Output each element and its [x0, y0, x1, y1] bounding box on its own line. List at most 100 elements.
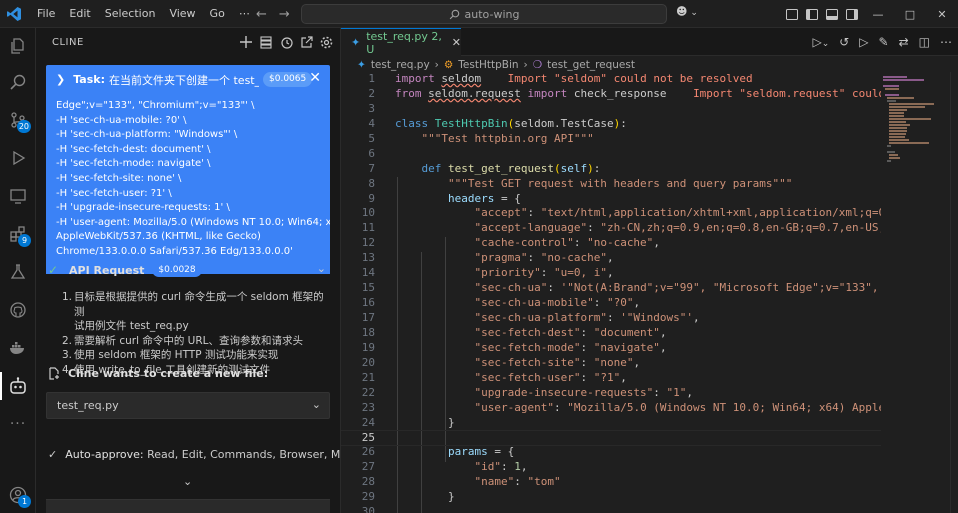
open-preview-icon[interactable]: ▷: [859, 35, 868, 49]
task-detail-line: Edge";v="133", "Chromium";v="133"' \: [56, 100, 255, 111]
create-file-label: Cline wants to create a new file:: [68, 367, 269, 380]
minimap-line: [887, 160, 892, 162]
breadcrumb-class[interactable]: TestHttpBin: [458, 59, 518, 71]
code-token: def: [421, 161, 442, 175]
history-icon[interactable]: [279, 35, 293, 49]
menu-view[interactable]: View: [162, 0, 202, 28]
maximize-icon[interactable]: □: [894, 0, 926, 28]
mcp-servers-icon[interactable]: [259, 35, 273, 49]
code-token: ,: [633, 355, 641, 369]
toggle-primary-sidebar-icon[interactable]: [806, 8, 818, 20]
menu-file[interactable]: File: [30, 0, 62, 28]
more-actions-icon[interactable]: ⋯: [940, 35, 952, 49]
auto-approve-row[interactable]: ✓ Auto-approve: Read, Edit, Commands, Br…: [48, 448, 340, 461]
chevron-down-icon[interactable]: ⌄: [183, 475, 192, 488]
code-editor[interactable]: 1 import seldom Import "seldom" could not…: [341, 72, 881, 513]
auto-approve-checkbox[interactable]: ✓: [48, 448, 57, 461]
editor-scrollbar[interactable]: [950, 72, 958, 513]
minimap[interactable]: [881, 72, 949, 182]
minimap-line: [887, 151, 896, 153]
new-task-plus-icon[interactable]: [239, 35, 253, 49]
explorer-icon[interactable]: [0, 28, 36, 64]
close-tab-icon[interactable]: ✕: [452, 36, 461, 49]
tab-test-req-py[interactable]: ✦ test_req.py 2, U ✕: [341, 28, 461, 56]
line-number: 1: [368, 72, 375, 85]
compare-changes-icon[interactable]: ⇄: [899, 35, 909, 49]
code-token: "sec-fetch-site": [474, 355, 581, 369]
extensions-icon[interactable]: 9: [0, 216, 36, 252]
code-line: 6: [341, 147, 881, 162]
copilot-icon: ☻: [676, 5, 688, 18]
diagnostic-text: Import "seldom.request" could not be res…: [693, 86, 881, 100]
minimap-line: [885, 94, 899, 96]
code-token: :: [620, 116, 627, 130]
close-window-icon[interactable]: ✕: [926, 0, 958, 28]
sidebar-actions: [239, 28, 333, 56]
close-task-icon[interactable]: ✕: [309, 70, 321, 86]
toggle-secondary-sidebar-icon[interactable]: [846, 8, 858, 20]
code-token: "sec-fetch-dest": [474, 325, 581, 339]
code-token: "accept": [474, 206, 528, 220]
remote-explorer-icon[interactable]: [0, 178, 36, 214]
task-detail-line: Chrome/133.0.0.0 Safari/537.36 Edg/133.0…: [56, 245, 293, 257]
forward-arrow-icon[interactable]: →: [279, 7, 290, 22]
minimize-icon[interactable]: —: [862, 0, 894, 28]
line-number: 2: [368, 86, 375, 100]
settings-gear-icon[interactable]: [319, 35, 333, 49]
menu-more[interactable]: ⋯: [232, 0, 257, 28]
github-icon[interactable]: [0, 292, 36, 328]
testing-flask-icon[interactable]: [0, 254, 36, 290]
plan-step: 3. 使用 seldom 框架的 HTTP 测试功能来实现: [62, 348, 332, 363]
code-token: :: [606, 311, 621, 324]
auto-approve-label: Auto-approve:: [65, 448, 144, 461]
copilot-menu[interactable]: ☻ ⌄: [676, 5, 698, 18]
breadcrumb-method[interactable]: test_get_request: [547, 59, 635, 71]
code-line: 21 "sec-fetch-user": "?1",: [341, 371, 881, 386]
code-line: 27 "id": 1,: [341, 460, 881, 475]
run-python-icon[interactable]: ▷⌄: [812, 35, 829, 49]
chevron-down-icon[interactable]: ⌄: [317, 262, 326, 275]
open-in-editor-icon[interactable]: [299, 35, 313, 49]
code-token: "text/html,application/xhtml+xml,applica…: [540, 206, 881, 220]
code-token: TestHttpBin: [434, 116, 508, 130]
source-control-icon[interactable]: 20: [0, 102, 36, 138]
docker-icon[interactable]: [0, 330, 36, 366]
menu-edit[interactable]: Edit: [62, 0, 97, 28]
code-token: seldom: [441, 72, 482, 85]
line-number: 30: [361, 505, 375, 513]
code-token: ,: [693, 311, 700, 324]
run-debug-icon[interactable]: [0, 140, 36, 176]
cline-robot-icon[interactable]: [0, 368, 36, 404]
code-token: ,: [520, 460, 528, 474]
task-detail-line: -H 'sec-fetch-dest: document' \: [56, 143, 211, 155]
toggle-panel-icon[interactable]: [826, 8, 838, 20]
code-token: "1": [666, 385, 687, 399]
command-center-search[interactable]: auto-wing: [301, 4, 667, 24]
account-icon[interactable]: 1: [0, 477, 36, 513]
task-header[interactable]: ❯ Task: 在当前文件夹下创建一个 test_ai... $0.0065 ✕: [46, 65, 330, 94]
api-request-row[interactable]: ✓ API Request $0.0028 ⌄: [48, 261, 328, 279]
customize-layout-icon[interactable]: [786, 8, 798, 20]
code-token: """Test httpbin.org API""": [421, 131, 594, 145]
back-arrow-icon[interactable]: ←: [256, 7, 267, 22]
timeline-icon[interactable]: ↺: [839, 35, 849, 49]
code-line: 16 "sec-ch-ua-mobile": "?0",: [341, 296, 881, 311]
more-views-icon[interactable]: ···: [0, 406, 36, 442]
search-view-icon[interactable]: [0, 64, 36, 100]
code-token: ,: [659, 340, 667, 354]
code-token: '"Windows"': [620, 311, 694, 324]
new-file-preview[interactable]: test_req.py ⌄: [46, 392, 330, 419]
code-line: 1 import seldom Import "seldom" could not…: [341, 72, 881, 87]
edit-pencil-icon[interactable]: ✎: [879, 35, 889, 49]
chat-input[interactable]: [46, 499, 330, 513]
menu-selection[interactable]: Selection: [98, 0, 163, 28]
code-token: :: [500, 460, 515, 474]
code-token: }: [395, 415, 455, 429]
split-editor-icon[interactable]: ◫: [919, 35, 930, 49]
minimap-line: [887, 100, 896, 102]
menu-go[interactable]: Go: [203, 0, 232, 28]
breadcrumb-file[interactable]: test_req.py: [371, 59, 430, 71]
plan-step-number: 1.: [62, 291, 73, 303]
